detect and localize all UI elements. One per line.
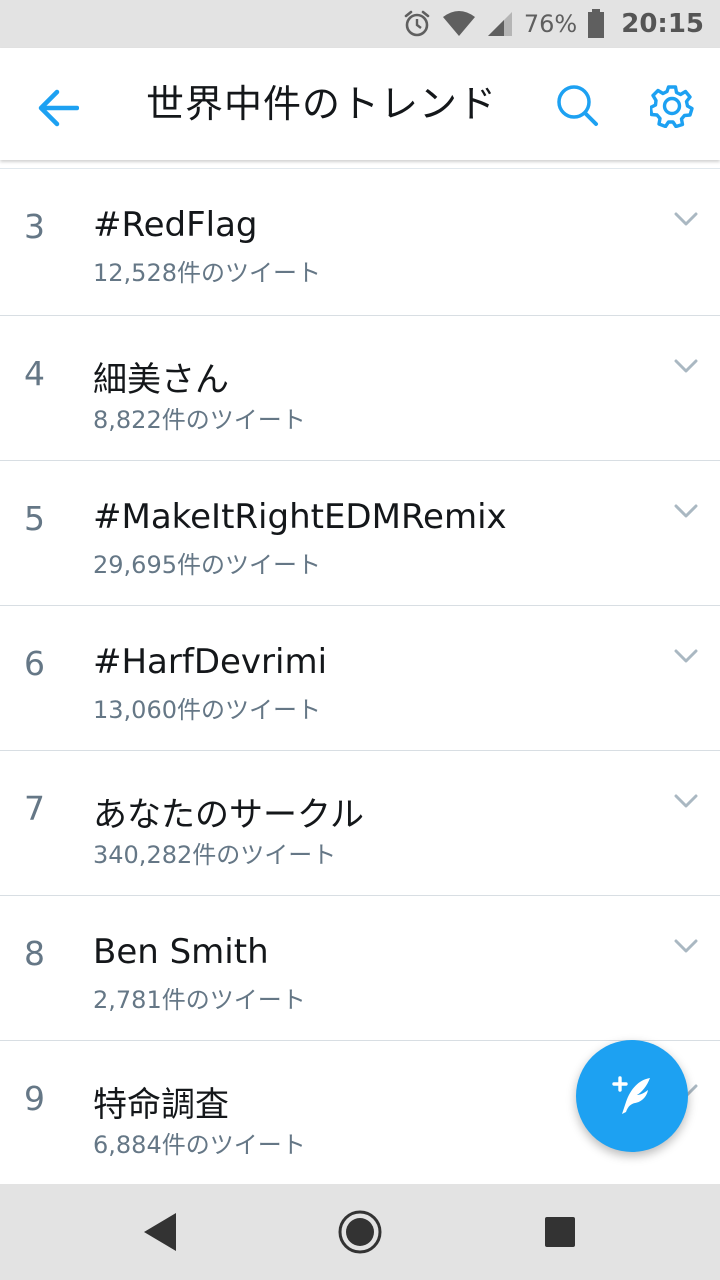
trend-name: Ben Smith (93, 932, 269, 972)
trend-tweet-count: 8,822件のツイート (93, 406, 306, 434)
chevron-down-icon[interactable] (672, 936, 700, 956)
system-nav-bar (0, 1184, 720, 1280)
trend-item[interactable]: 6 #HarfDevrimi 13,060件のツイート (0, 606, 720, 751)
battery-icon (587, 9, 605, 39)
trend-tweet-count: 6,884件のツイート (93, 1131, 306, 1159)
trend-item[interactable]: 5 #MakeItRightEDMRemix 29,695件のツイート (0, 461, 720, 606)
trend-tweet-count: 29,695件のツイート (93, 551, 321, 579)
trend-rank: 4 (24, 354, 45, 393)
battery-percent: 76% (523, 10, 578, 38)
search-button[interactable] (550, 78, 604, 132)
trend-name: #MakeItRightEDMRemix (93, 497, 507, 537)
compose-tweet-button[interactable] (576, 1040, 688, 1152)
trend-rank: 9 (24, 1079, 45, 1118)
chevron-down-icon[interactable] (672, 791, 700, 811)
clock: 20:15 (621, 9, 704, 39)
trend-tweet-count: 13,060件のツイート (93, 696, 321, 724)
cell-signal-icon (486, 10, 514, 38)
recents-square-icon (545, 1217, 575, 1247)
trend-rank: 7 (24, 789, 45, 828)
gear-icon (650, 85, 694, 128)
trend-name: #HarfDevrimi (93, 642, 328, 682)
trend-tweet-count: 340,282件のツイート (93, 841, 337, 869)
chevron-down-icon[interactable] (672, 501, 700, 521)
home-circle-icon (338, 1210, 382, 1254)
trend-rank: 5 (24, 499, 45, 538)
back-triangle-icon (144, 1213, 176, 1251)
trend-item[interactable]: 7 あなたのサークル 340,282件のツイート (0, 751, 720, 896)
search-icon (557, 85, 598, 126)
nav-home-button[interactable] (330, 1202, 390, 1262)
trend-rank: 3 (24, 207, 45, 246)
app-bar: 世界中件のトレンド (0, 48, 720, 160)
trend-name: あなたのサークル (93, 795, 364, 835)
trend-name: 細美さん (93, 360, 229, 400)
trend-rank: 6 (24, 644, 45, 683)
nav-recents-button[interactable] (530, 1202, 590, 1262)
chevron-down-icon[interactable] (672, 209, 700, 229)
trend-item[interactable]: 8 Ben Smith 2,781件のツイート (0, 896, 720, 1041)
settings-button[interactable] (644, 78, 700, 134)
wifi-icon (442, 10, 476, 38)
trend-rank: 8 (24, 934, 45, 973)
back-button[interactable] (30, 84, 86, 132)
trend-tweet-count: 2,781件のツイート (93, 986, 306, 1014)
trend-item[interactable]: 3 #RedFlag 12,528件のツイート (0, 169, 720, 316)
chevron-down-icon[interactable] (672, 646, 700, 666)
compose-tweet-icon (612, 1076, 650, 1114)
trend-tweet-count: 12,528件のツイート (93, 259, 321, 287)
trend-item[interactable]: 4 細美さん 8,822件のツイート (0, 316, 720, 461)
alarm-icon (402, 9, 432, 39)
status-bar: 76% 20:15 (0, 0, 720, 48)
arrow-left-icon (38, 89, 79, 127)
trend-list: 3 #RedFlag 12,528件のツイート 4 細美さん 8,822件のツイ… (0, 168, 720, 1184)
page-title: 世界中件のトレンド (146, 82, 498, 126)
nav-back-button[interactable] (130, 1202, 190, 1262)
chevron-down-icon[interactable] (672, 356, 700, 376)
trend-name: #RedFlag (93, 205, 258, 245)
trend-name: 特命調査 (93, 1085, 229, 1125)
